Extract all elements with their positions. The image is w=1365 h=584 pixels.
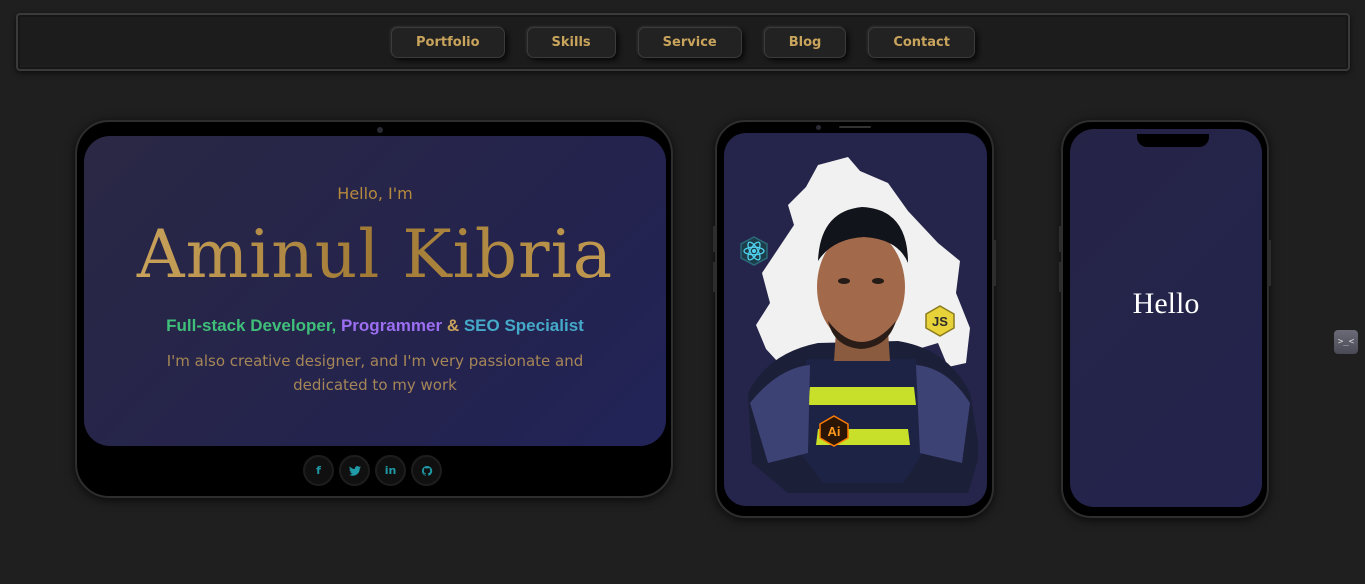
tablet-screen: Hello, I'm Aminul Kibria Full-stack Deve… <box>84 136 666 446</box>
role-fullstack: Full-stack Developer, <box>166 316 337 335</box>
phone-screen: Hello <box>1070 129 1262 507</box>
tablet-camera <box>377 127 383 133</box>
ipad-side-button <box>713 262 715 292</box>
ipad-side-button <box>713 226 715 252</box>
github-icon[interactable] <box>413 457 440 484</box>
nav-skills-button[interactable]: Skills <box>526 26 616 58</box>
javascript-icon: JS <box>924 305 956 337</box>
ipad-power-button <box>994 240 996 286</box>
nav-service-button[interactable]: Service <box>637 26 742 58</box>
phone-hello-text: Hello <box>1132 287 1200 320</box>
ipad-speaker <box>839 126 871 128</box>
svg-text:JS: JS <box>932 314 948 329</box>
phone-device: Hello <box>1059 120 1271 518</box>
phone-power-button <box>1269 240 1271 286</box>
nav-contact-button[interactable]: Contact <box>868 26 975 58</box>
react-icon <box>738 235 770 267</box>
role-seo: SEO Specialist <box>463 316 584 335</box>
ipad-screen: JS Ai <box>724 133 987 506</box>
twitter-icon[interactable] <box>341 457 368 484</box>
role-ampersand: & <box>446 316 460 335</box>
social-links: f in <box>305 457 440 484</box>
illustrator-icon: Ai <box>818 415 850 447</box>
ipad-device: JS Ai <box>713 120 996 518</box>
phone-notch <box>1137 134 1209 147</box>
hero-roles: Full-stack Developer, Programmer & SEO S… <box>84 316 666 336</box>
facebook-icon[interactable]: f <box>305 457 332 484</box>
role-programmer: Programmer <box>340 316 443 335</box>
nav-blog-button[interactable]: Blog <box>763 26 847 58</box>
phone-side-button <box>1059 226 1061 252</box>
top-nav: Portfolio Skills Service Blog Contact <box>16 13 1350 71</box>
phone-side-button <box>1059 262 1061 292</box>
linkedin-icon[interactable]: in <box>377 457 404 484</box>
svg-text:Ai: Ai <box>828 424 841 439</box>
hero-tagline: I'm also creative designer, and I'm very… <box>166 352 584 394</box>
hero-name: Aminul Kibria <box>84 216 666 293</box>
tablet-device: Hello, I'm Aminul Kibria Full-stack Deve… <box>75 120 673 498</box>
ipad-camera <box>816 125 821 130</box>
hero-greeting: Hello, I'm <box>337 184 413 203</box>
extension-widget-icon[interactable]: >_< <box>1334 330 1358 354</box>
nav-portfolio-button[interactable]: Portfolio <box>391 26 505 58</box>
